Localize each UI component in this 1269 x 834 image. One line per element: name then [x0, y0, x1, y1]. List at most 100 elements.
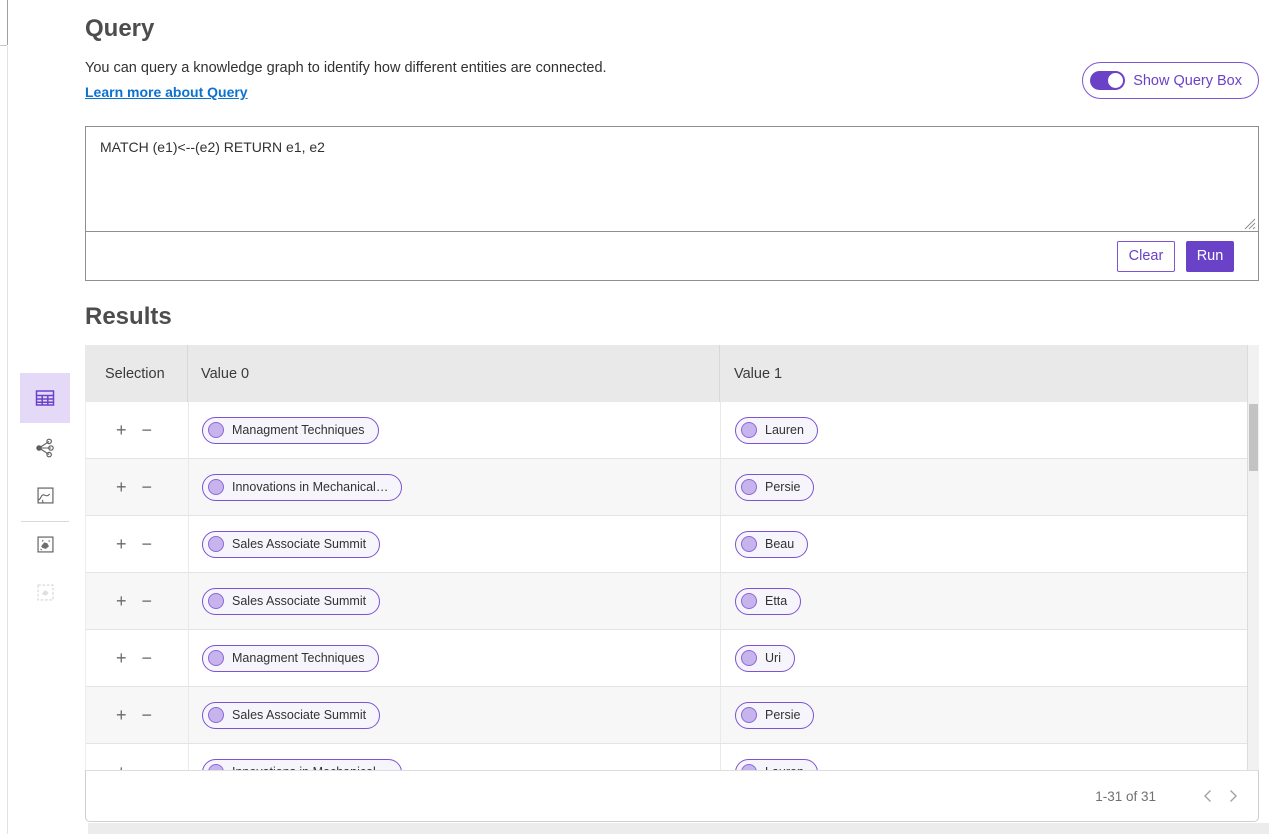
- toggle-switch-icon[interactable]: [1090, 71, 1125, 90]
- learn-more-link[interactable]: Learn more about Query: [85, 84, 248, 100]
- query-box-panel: MATCH (e1)<--(e2) RETURN e1, e2 Clear Ru…: [85, 126, 1259, 281]
- add-to-map-button[interactable]: [20, 533, 70, 555]
- table-header-row: Selection Value 0 Value 1: [85, 345, 1259, 402]
- remove-selection-button[interactable]: −: [142, 535, 153, 553]
- table-row: + − Innovations in Mechanical… Persie: [86, 459, 1258, 516]
- value1-cell: Uri: [720, 630, 1258, 686]
- value1-cell: Lauren: [720, 402, 1258, 458]
- value1-pill[interactable]: Persie: [735, 702, 814, 729]
- value0-pill[interactable]: Sales Associate Summit: [202, 588, 380, 615]
- show-query-box-toggle[interactable]: Show Query Box: [1082, 62, 1259, 99]
- resize-handle-icon[interactable]: [1244, 218, 1256, 230]
- selection-cell: + −: [86, 744, 188, 770]
- remove-selection-button[interactable]: −: [142, 478, 153, 496]
- value0-pill[interactable]: Sales Associate Summit: [202, 531, 380, 558]
- entity-label: Persie: [765, 708, 800, 722]
- add-selection-button[interactable]: +: [116, 478, 127, 496]
- results-table-card: Selection Value 0 Value 1 + − Managment …: [85, 345, 1259, 822]
- column-header-value1: Value 1: [719, 345, 1259, 402]
- remove-selection-button[interactable]: −: [142, 706, 153, 724]
- new-link-chart-icon: [35, 582, 56, 603]
- page-title: Query: [85, 15, 154, 43]
- selection-cell: + −: [86, 459, 188, 515]
- rail-divider: [21, 521, 69, 522]
- remove-selection-button[interactable]: −: [142, 763, 153, 770]
- entity-node-icon: [208, 536, 224, 552]
- value0-pill[interactable]: Innovations in Mechanical…: [202, 474, 402, 501]
- selection-cell: + −: [86, 573, 188, 629]
- query-page: Query You can query a knowledge graph to…: [0, 0, 1269, 834]
- entity-node-icon: [208, 707, 224, 723]
- selection-cell: + −: [86, 402, 188, 458]
- entity-label: Innovations in Mechanical…: [232, 480, 388, 494]
- toggle-label: Show Query Box: [1133, 73, 1242, 89]
- new-link-chart-button: [20, 581, 70, 603]
- entity-node-icon: [208, 650, 224, 666]
- left-panel-edge: [7, 0, 8, 45]
- table-view-button[interactable]: [20, 373, 70, 423]
- value1-cell: Etta: [720, 573, 1258, 629]
- value1-cell: Lauren: [720, 744, 1258, 770]
- table-row: + − Managment Techniques Lauren: [86, 402, 1258, 459]
- link-chart-view-icon: [34, 437, 56, 459]
- table-row: + − Sales Associate Summit Beau: [86, 516, 1258, 573]
- add-selection-button[interactable]: +: [116, 763, 127, 770]
- value0-pill[interactable]: Sales Associate Summit: [202, 702, 380, 729]
- pagination-bar: 1-31 of 31: [85, 770, 1259, 822]
- entity-label: Persie: [765, 480, 800, 494]
- entity-node-icon: [741, 707, 757, 723]
- entity-node-icon: [741, 650, 757, 666]
- entity-node-icon: [208, 479, 224, 495]
- map-view-button[interactable]: [20, 484, 70, 506]
- pagination-range-label: 1-31 of 31: [1095, 789, 1156, 804]
- link-chart-view-button[interactable]: [20, 437, 70, 459]
- remove-selection-button[interactable]: −: [142, 592, 153, 610]
- table-scrollbar: [1247, 345, 1259, 770]
- add-to-map-icon: [35, 534, 56, 555]
- selection-cell: + −: [86, 516, 188, 572]
- add-selection-button[interactable]: +: [116, 535, 127, 553]
- value1-pill[interactable]: Etta: [735, 588, 801, 615]
- value0-cell: Sales Associate Summit: [188, 516, 720, 572]
- table-row: + − Innovations in Mechanical… Lauren: [86, 744, 1258, 770]
- run-button[interactable]: Run: [1186, 241, 1234, 272]
- add-selection-button[interactable]: +: [116, 706, 127, 724]
- selection-cell: + −: [86, 630, 188, 686]
- entity-node-icon: [741, 536, 757, 552]
- results-title: Results: [85, 303, 172, 331]
- remove-selection-button[interactable]: −: [142, 421, 153, 439]
- value1-pill[interactable]: Persie: [735, 474, 814, 501]
- column-header-selection: Selection: [85, 345, 187, 402]
- add-selection-button[interactable]: +: [116, 421, 127, 439]
- left-panel-edge-light: [7, 46, 8, 834]
- value1-cell: Persie: [720, 459, 1258, 515]
- remove-selection-button[interactable]: −: [142, 649, 153, 667]
- entity-node-icon: [741, 479, 757, 495]
- previous-page-button[interactable]: [1194, 783, 1220, 809]
- entity-label: Lauren: [765, 423, 804, 437]
- value0-pill[interactable]: Managment Techniques: [202, 645, 379, 672]
- table-row: + − Managment Techniques Uri: [86, 630, 1258, 687]
- entity-label: Managment Techniques: [232, 423, 365, 437]
- value0-cell: Innovations in Mechanical…: [188, 744, 720, 770]
- scrollbar-thumb[interactable]: [1249, 404, 1258, 471]
- table-row: + − Sales Associate Summit Persie: [86, 687, 1258, 744]
- add-selection-button[interactable]: +: [116, 649, 127, 667]
- value1-pill[interactable]: Beau: [735, 531, 808, 558]
- add-selection-button[interactable]: +: [116, 592, 127, 610]
- left-panel-edge-tick: [0, 45, 7, 46]
- value0-pill[interactable]: Managment Techniques: [202, 417, 379, 444]
- value0-cell: Sales Associate Summit: [188, 687, 720, 743]
- clear-button[interactable]: Clear: [1117, 241, 1175, 272]
- entity-label: Beau: [765, 537, 794, 551]
- value0-pill[interactable]: Innovations in Mechanical…: [202, 759, 402, 771]
- map-view-icon: [35, 485, 56, 506]
- value1-pill[interactable]: Lauren: [735, 417, 818, 444]
- entity-node-icon: [741, 422, 757, 438]
- table-body: + − Managment Techniques Lauren + − Inno…: [85, 402, 1259, 770]
- query-input[interactable]: MATCH (e1)<--(e2) RETURN e1, e2: [86, 127, 1258, 232]
- value1-pill[interactable]: Uri: [735, 645, 795, 672]
- next-page-button[interactable]: [1220, 783, 1246, 809]
- value1-pill[interactable]: Lauren: [735, 759, 818, 771]
- entity-label: Sales Associate Summit: [232, 537, 366, 551]
